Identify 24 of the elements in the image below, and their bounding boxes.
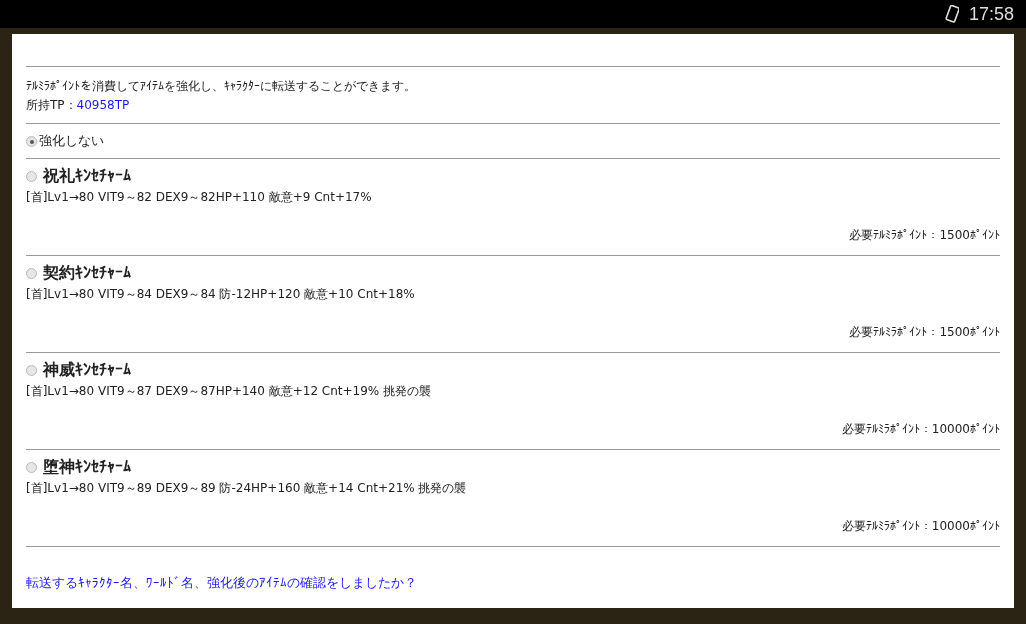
item-name: 堕神ｷﾝｾﾁｬｰﾑ bbox=[43, 456, 131, 478]
description-text: ﾃﾙﾐﾗﾎﾟｲﾝﾄを消費してｱｲﾃﾑを強化し、ｷｬﾗｸﾀｰに転送することができます。 bbox=[26, 78, 417, 95]
item-name: 祝礼ｷﾝｾﾁｬｰﾑ bbox=[43, 165, 131, 187]
required-points: 必要ﾃﾙﾐﾗﾎﾟｲﾝﾄ：10000ﾎﾟｲﾝﾄ bbox=[841, 421, 1000, 438]
tp-value: 40958TP bbox=[76, 98, 130, 112]
item-stats: [首]Lv1→80 VIT9～84 DEX9～84 防-12HP+120 敵意+10 Cnt+18% bbox=[26, 286, 416, 303]
required-points: 必要ﾃﾙﾐﾗﾎﾟｲﾝﾄ：1500ﾎﾟｲﾝﾄ bbox=[849, 227, 1000, 244]
option-label: 強化しない bbox=[39, 132, 104, 150]
item-stats: [首]Lv1→80 VIT9～82 DEX9～82HP+110 敵意+9 Cnt+17% bbox=[26, 189, 373, 206]
clock-time: 17:58 bbox=[968, 3, 1014, 25]
phone-icon bbox=[944, 5, 959, 23]
tp-label: 所持TP： bbox=[26, 98, 77, 112]
radio-button[interactable] bbox=[26, 267, 37, 279]
item-name: 神威ｷﾝｾﾁｬｰﾑ bbox=[43, 359, 131, 381]
required-points: 必要ﾃﾙﾐﾗﾎﾟｲﾝﾄ：1500ﾎﾟｲﾝﾄ bbox=[849, 324, 1000, 341]
item-name: 契約ｷﾝｾﾁｬｰﾑ bbox=[43, 262, 131, 284]
radio-button[interactable] bbox=[26, 170, 37, 182]
radio-button[interactable] bbox=[26, 364, 37, 376]
radio-button[interactable] bbox=[26, 135, 37, 147]
item-stats: [首]Lv1→80 VIT9～89 DEX9～89 防-24HP+160 敵意+14 Cnt+21% 挑発の襲 bbox=[26, 480, 468, 497]
radio-button[interactable] bbox=[26, 461, 37, 473]
required-points: 必要ﾃﾙﾐﾗﾎﾟｲﾝﾄ：10000ﾎﾟｲﾝﾄ bbox=[841, 518, 1000, 535]
confirm-link[interactable]: 転送するｷｬﾗｸﾀｰ名、ﾜｰﾙﾄﾞ名、強化後のｱｲﾃﾑの確認をしましたか？ bbox=[26, 575, 417, 590]
item-stats: [首]Lv1→80 VIT9～87 DEX9～87HP+140 敵意+12 Cnt+19% 挑発の襲 bbox=[26, 383, 433, 400]
